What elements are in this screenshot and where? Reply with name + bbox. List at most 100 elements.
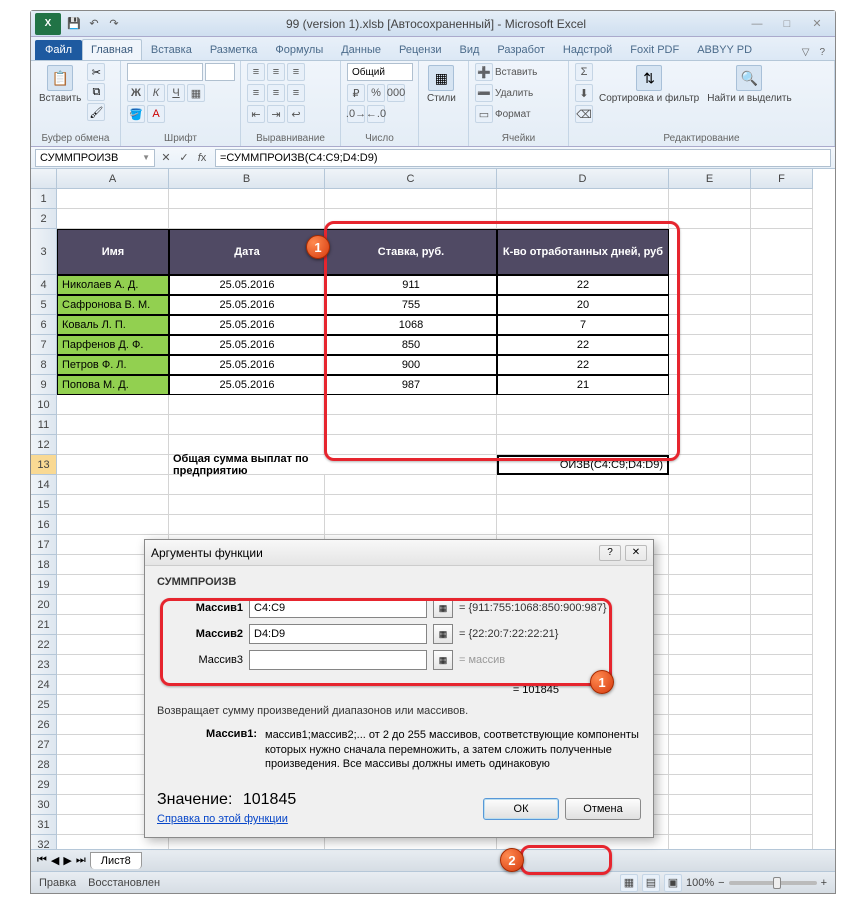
sheet-tab[interactable]: Лист8 xyxy=(90,852,142,869)
align-right-icon[interactable]: ≡ xyxy=(287,84,305,102)
dialog-close-icon[interactable]: ✕ xyxy=(625,545,647,561)
wrap-icon[interactable]: ↩ xyxy=(287,105,305,123)
undo-icon[interactable]: ↶ xyxy=(85,15,103,33)
row-header[interactable]: 11 xyxy=(31,415,57,435)
table-cell[interactable]: Сафронова В. М. xyxy=(57,295,169,315)
col-header[interactable]: F xyxy=(751,169,813,189)
tab-foxit[interactable]: Foxit PDF xyxy=(621,39,688,60)
name-box[interactable]: СУММПРОИЗВ▼ xyxy=(35,149,155,167)
row-header[interactable]: 10 xyxy=(31,395,57,415)
th-date[interactable]: Дата xyxy=(169,229,325,275)
fill-color-icon[interactable]: 🪣 xyxy=(127,105,145,123)
row-header[interactable]: 31 xyxy=(31,815,57,835)
view-layout-icon[interactable]: ▤ xyxy=(642,874,660,892)
select-all-corner[interactable] xyxy=(31,169,57,189)
tab-developer[interactable]: Разработ xyxy=(488,39,553,60)
row-header[interactable]: 4 xyxy=(31,275,57,295)
percent-icon[interactable]: % xyxy=(367,84,385,102)
th-days[interactable]: К-во отработанных дней, руб xyxy=(497,229,669,275)
styles-button[interactable]: ▦ Стили xyxy=(425,63,458,106)
sheet-nav-next-icon[interactable]: ▶ xyxy=(63,854,71,867)
font-size-combo[interactable] xyxy=(205,63,235,81)
row-header[interactable]: 22 xyxy=(31,635,57,655)
tab-abbyy[interactable]: ABBYY PD xyxy=(688,39,761,60)
zoom-slider[interactable] xyxy=(729,881,817,885)
row-header[interactable]: 6 xyxy=(31,315,57,335)
th-name[interactable]: Имя xyxy=(57,229,169,275)
comma-icon[interactable]: 000 xyxy=(387,84,405,102)
col-header[interactable]: D xyxy=(497,169,669,189)
table-cell[interactable]: 21 xyxy=(497,375,669,395)
row-header[interactable]: 25 xyxy=(31,695,57,715)
close-button[interactable]: ✕ xyxy=(803,15,831,33)
table-cell[interactable]: 25.05.2016 xyxy=(169,315,325,335)
help-link[interactable]: Справка по этой функции xyxy=(157,813,288,825)
col-header[interactable]: A xyxy=(57,169,169,189)
row-header[interactable]: 2 xyxy=(31,209,57,229)
tab-review[interactable]: Рецензи xyxy=(390,39,451,60)
row-header[interactable]: 1 xyxy=(31,189,57,209)
table-cell[interactable]: 25.05.2016 xyxy=(169,275,325,295)
insert-cells-icon[interactable]: ➕ xyxy=(475,63,493,81)
formula-input[interactable]: =СУММПРОИЗВ(C4:C9;D4:D9) xyxy=(215,149,831,167)
arg3-input[interactable] xyxy=(249,650,427,670)
file-tab[interactable]: Файл xyxy=(35,40,82,60)
italic-icon[interactable]: К xyxy=(147,84,165,102)
find-select-button[interactable]: 🔍Найти и выделить xyxy=(705,63,793,106)
row-header[interactable]: 7 xyxy=(31,335,57,355)
indent-inc-icon[interactable]: ⇥ xyxy=(267,105,285,123)
row-header[interactable]: 14 xyxy=(31,475,57,495)
table-cell[interactable]: 25.05.2016 xyxy=(169,375,325,395)
align-top-icon[interactable]: ≡ xyxy=(247,63,265,81)
tab-data[interactable]: Данные xyxy=(332,39,390,60)
table-cell[interactable]: 25.05.2016 xyxy=(169,355,325,375)
table-cell[interactable]: Попова М. Д. xyxy=(57,375,169,395)
bold-icon[interactable]: Ж xyxy=(127,84,145,102)
paste-button[interactable]: 📋 Вставить xyxy=(37,63,83,106)
clear-icon[interactable]: ⌫ xyxy=(575,105,593,123)
number-format-combo[interactable]: Общий xyxy=(347,63,413,81)
align-mid-icon[interactable]: ≡ xyxy=(267,63,285,81)
row-header[interactable]: 3 xyxy=(31,229,57,275)
row-header[interactable]: 28 xyxy=(31,755,57,775)
table-cell[interactable]: Петров Ф. Л. xyxy=(57,355,169,375)
font-color-icon[interactable]: A xyxy=(147,105,165,123)
tab-view[interactable]: Вид xyxy=(451,39,489,60)
table-cell[interactable]: 1068 xyxy=(325,315,497,335)
table-cell[interactable]: 20 xyxy=(497,295,669,315)
row-header[interactable]: 30 xyxy=(31,795,57,815)
border-icon[interactable]: ▦ xyxy=(187,84,205,102)
row-header[interactable]: 23 xyxy=(31,655,57,675)
total-label[interactable]: Общая сумма выплат по предприятию xyxy=(169,455,325,475)
col-header[interactable]: E xyxy=(669,169,751,189)
arg2-input[interactable] xyxy=(249,624,427,644)
align-bot-icon[interactable]: ≡ xyxy=(287,63,305,81)
align-center-icon[interactable]: ≡ xyxy=(267,84,285,102)
cancel-formula-icon[interactable]: ✕ xyxy=(157,149,175,167)
accept-formula-icon[interactable]: ✓ xyxy=(175,149,193,167)
table-cell[interactable]: Парфенов Д. Ф. xyxy=(57,335,169,355)
underline-icon[interactable]: Ч xyxy=(167,84,185,102)
table-cell[interactable]: 900 xyxy=(325,355,497,375)
dec-decimal-icon[interactable]: ←.0 xyxy=(367,105,385,123)
table-cell[interactable]: 755 xyxy=(325,295,497,315)
help-icon[interactable]: ? xyxy=(815,45,829,60)
copy-icon[interactable]: ⧉ xyxy=(87,83,105,101)
ok-button[interactable]: ОК xyxy=(483,798,559,820)
tab-home[interactable]: Главная xyxy=(82,39,142,60)
row-header[interactable]: 26 xyxy=(31,715,57,735)
table-cell[interactable]: Николаев А. Д. xyxy=(57,275,169,295)
dialog-help-icon[interactable]: ? xyxy=(599,545,621,561)
row-header[interactable]: 17 xyxy=(31,535,57,555)
format-cells-icon[interactable]: ▭ xyxy=(475,105,493,123)
table-cell[interactable]: 850 xyxy=(325,335,497,355)
table-cell[interactable]: 22 xyxy=(497,275,669,295)
zoom-in-icon[interactable]: + xyxy=(821,877,827,889)
row-header[interactable]: 21 xyxy=(31,615,57,635)
font-combo[interactable] xyxy=(127,63,203,81)
delete-cells-icon[interactable]: ➖ xyxy=(475,84,493,102)
save-icon[interactable]: 💾 xyxy=(65,15,83,33)
active-cell[interactable]: ОИЗВ(C4:C9;D4:D9) xyxy=(497,455,669,475)
table-cell[interactable]: 987 xyxy=(325,375,497,395)
table-cell[interactable]: 911 xyxy=(325,275,497,295)
